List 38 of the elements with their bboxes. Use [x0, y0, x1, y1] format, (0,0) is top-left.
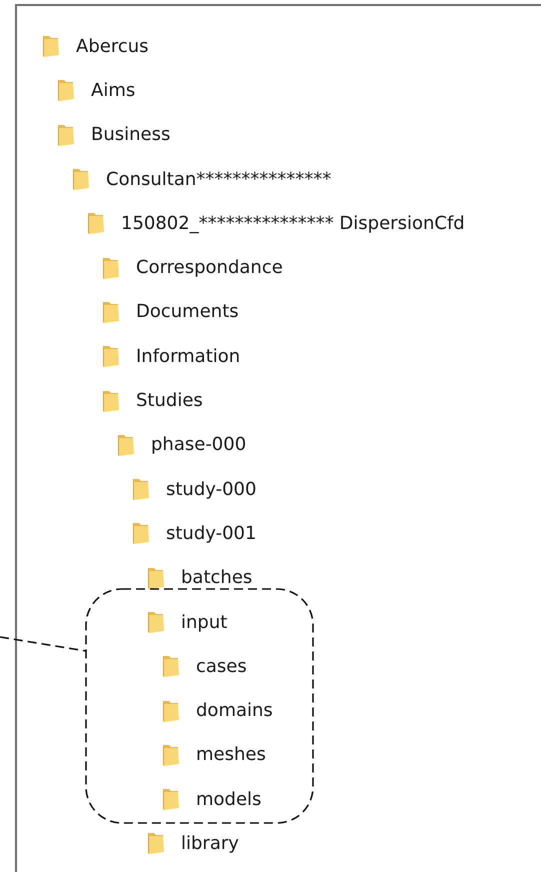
folder-name[interactable]: meshes: [196, 744, 266, 766]
folder-name[interactable]: domains: [196, 700, 273, 722]
folder-name[interactable]: study-001: [166, 522, 256, 544]
folder-name[interactable]: phase-000: [151, 434, 246, 456]
folder-name[interactable]: Studies: [136, 390, 203, 412]
folder-icon: [132, 521, 150, 546]
folder-name[interactable]: Documents: [136, 301, 239, 322]
folder-name[interactable]: batches: [181, 567, 252, 588]
folder-icon: [162, 742, 180, 767]
folder-icon: [42, 34, 60, 58]
folder-name[interactable]: 150802_*************** DispersionCfd: [121, 212, 465, 234]
folder-name[interactable]: study-000: [166, 478, 256, 500]
folder-icon: [132, 477, 150, 502]
folder-name[interactable]: Aims: [91, 80, 136, 101]
folder-icon: [102, 344, 120, 368]
folder-name[interactable]: library: [181, 832, 239, 854]
folder-icon: [162, 654, 180, 678]
folder-icon: [57, 122, 75, 147]
folder-icon: [162, 698, 180, 723]
folder-icon: [102, 388, 120, 413]
folder-icon: [102, 256, 120, 280]
folder-icon: [147, 610, 165, 634]
folder-name[interactable]: cases: [196, 656, 247, 677]
folder-name[interactable]: Business: [91, 124, 170, 146]
folder-icon: [102, 300, 120, 324]
folder-icon: [117, 432, 135, 457]
folder-icon: [147, 566, 165, 590]
folder-name[interactable]: Information: [136, 346, 240, 367]
folder-icon: [162, 787, 180, 812]
folder-name[interactable]: input: [181, 612, 228, 632]
folder-icon: [147, 831, 165, 856]
folder-name[interactable]: models: [196, 788, 262, 810]
folder-name[interactable]: Consultan***************: [106, 168, 332, 190]
folder-icon: [87, 211, 105, 236]
folder-name[interactable]: Correspondance: [136, 257, 283, 278]
folder-name[interactable]: Abercus: [76, 36, 149, 57]
folder-icon: [72, 167, 90, 192]
folder-icon: [57, 78, 75, 102]
